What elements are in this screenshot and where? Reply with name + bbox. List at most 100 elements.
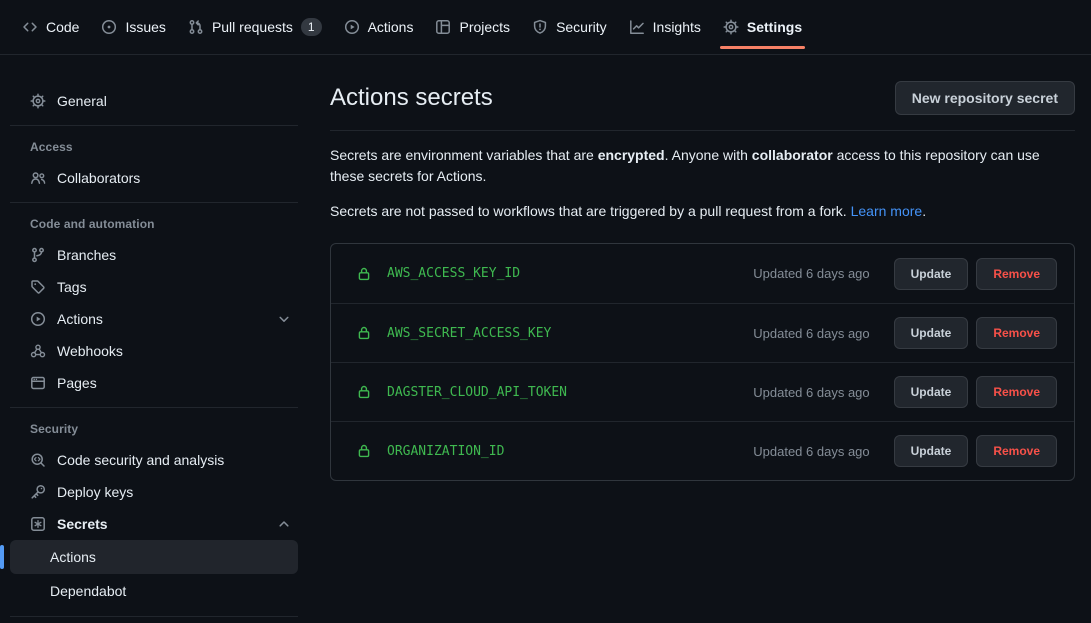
browser-icon [30,375,46,391]
sidebar-item-general[interactable]: General [10,85,298,117]
people-icon [30,170,46,186]
sidebar-item-label: Secrets [57,516,108,532]
remove-secret-button[interactable]: Remove [976,435,1057,467]
secret-name: AWS_ACCESS_KEY_ID [387,266,520,281]
secret-name: DAGSTER_CLOUD_API_TOKEN [387,385,567,400]
page-title: Actions secrets [330,84,493,112]
secret-updated: Updated 6 days ago [753,385,869,400]
sidebar-item-webhooks[interactable]: Webhooks [10,335,298,367]
fork-note-suffix: . [922,203,926,219]
header-divider [330,130,1075,131]
gear-icon [723,19,739,35]
tab-pull-requests[interactable]: Pull requests 1 [177,0,333,54]
code-scan-icon [30,452,46,468]
tab-label: Pull requests [212,19,293,35]
sidebar-item-label: Webhooks [57,343,123,359]
sidebar-section-header: Access [10,134,298,162]
play-icon [344,19,360,35]
chevron-up-icon [276,516,292,532]
code-icon [22,19,38,35]
webhook-icon [30,343,46,359]
tab-actions[interactable]: Actions [333,0,425,54]
secret-updated: Updated 6 days ago [753,444,869,459]
tab-security[interactable]: Security [521,0,618,54]
shield-icon [532,19,548,35]
sidebar-item-label: Tags [57,279,87,295]
sidebar-item-actions[interactable]: Actions [10,303,298,335]
fork-note-text: Secrets are not passed to workflows that… [330,203,851,219]
sidebar-item-label: Collaborators [57,170,140,186]
learn-more-link[interactable]: Learn more [851,203,923,219]
repo-nav: Code Issues Pull requests 1 Actions Proj… [0,0,1091,55]
issue-opened-icon [101,19,117,35]
sidebar-subitem-secrets-dependabot[interactable]: Dependabot [10,574,298,608]
lock-icon [356,384,372,400]
sidebar-item-label: Code security and analysis [57,452,224,468]
description-text: Secrets are environment variables that a… [330,147,598,163]
lock-icon [356,325,372,341]
sidebar-item-label: General [57,93,107,109]
tab-label: Settings [747,19,802,35]
tab-code[interactable]: Code [11,0,90,54]
secret-row: AWS_ACCESS_KEY_ID Updated 6 days ago Upd… [331,244,1074,303]
sidebar-item-tags[interactable]: Tags [10,271,298,303]
sidebar-item-branches[interactable]: Branches [10,239,298,271]
description-bold-collaborator: collaborator [752,147,833,163]
new-repository-secret-button[interactable]: New repository secret [895,81,1075,115]
secrets-list: AWS_ACCESS_KEY_ID Updated 6 days ago Upd… [330,243,1075,481]
secret-row: DAGSTER_CLOUD_API_TOKEN Updated 6 days a… [331,362,1074,421]
sidebar-item-label: Branches [57,247,116,263]
update-secret-button[interactable]: Update [894,258,969,290]
secret-name: ORGANIZATION_ID [387,444,504,459]
gear-icon [30,93,46,109]
sidebar-item-label: Pages [57,375,97,391]
sidebar-item-secrets[interactable]: Secrets [10,508,298,540]
tab-projects[interactable]: Projects [424,0,521,54]
tab-settings[interactable]: Settings [712,0,813,54]
play-icon [30,311,46,327]
remove-secret-button[interactable]: Remove [976,376,1057,408]
sidebar-section-header: Security [10,416,298,444]
remove-secret-button[interactable]: Remove [976,317,1057,349]
sidebar-subitem-secrets-actions[interactable]: Actions [10,540,298,574]
actions-secrets-panel: Actions secrets New repository secret Se… [310,55,1091,623]
tab-label: Insights [653,19,701,35]
tab-label: Issues [125,19,165,35]
sidebar-divider [10,125,298,126]
sidebar-item-label: Dependabot [50,583,126,599]
sidebar-item-label: Deploy keys [57,484,133,500]
tab-insights[interactable]: Insights [618,0,712,54]
tab-label: Projects [459,19,510,35]
sidebar-item-collaborators[interactable]: Collaborators [10,162,298,194]
update-secret-button[interactable]: Update [894,435,969,467]
secrets-description: Secrets are environment variables that a… [330,145,1075,187]
tab-issues[interactable]: Issues [90,0,176,54]
secrets-icon [30,516,46,532]
sidebar-section-header: Code and automation [10,211,298,239]
sidebar-divider [10,202,298,203]
description-text: . Anyone with [665,147,752,163]
lock-icon [356,266,372,282]
description-bold-encrypted: encrypted [598,147,665,163]
pull-requests-count-badge: 1 [301,18,322,36]
fork-note: Secrets are not passed to workflows that… [330,201,1075,222]
pull-request-icon [188,19,204,35]
sidebar-divider [10,407,298,408]
remove-secret-button[interactable]: Remove [976,258,1057,290]
settings-sidebar: General Access Collaborators Code and au… [0,55,310,623]
tag-icon [30,279,46,295]
projects-icon [435,19,451,35]
branch-icon [30,247,46,263]
sidebar-item-deploy-keys[interactable]: Deploy keys [10,476,298,508]
sidebar-divider [10,616,298,617]
secret-updated: Updated 6 days ago [753,326,869,341]
update-secret-button[interactable]: Update [894,376,969,408]
sidebar-item-label: Actions [57,311,103,327]
sidebar-item-pages[interactable]: Pages [10,367,298,399]
sidebar-item-code-security[interactable]: Code security and analysis [10,444,298,476]
graph-icon [629,19,645,35]
secret-name: AWS_SECRET_ACCESS_KEY [387,326,551,341]
tab-label: Code [46,19,79,35]
update-secret-button[interactable]: Update [894,317,969,349]
tab-label: Actions [368,19,414,35]
